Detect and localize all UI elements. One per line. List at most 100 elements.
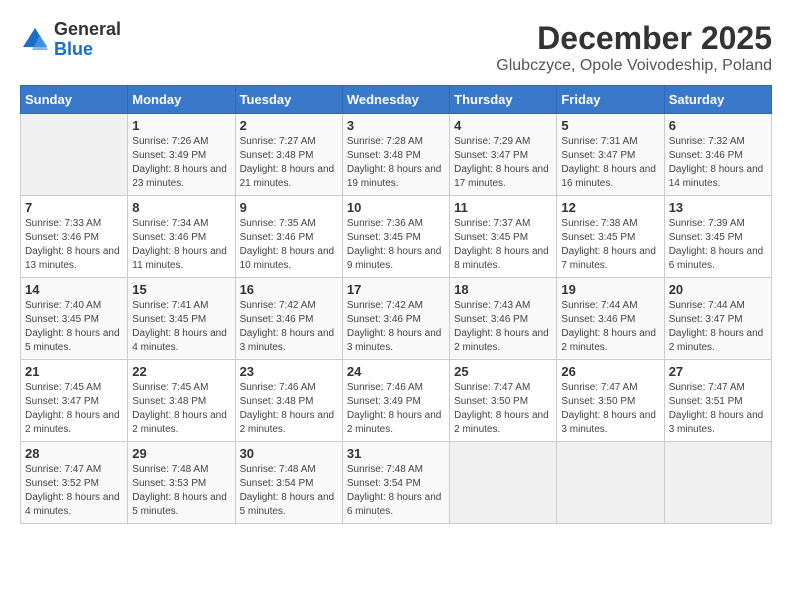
day-number: 27 [669,364,767,379]
day-number: 11 [454,200,552,215]
logo-icon [20,25,50,55]
day-info: Sunrise: 7:45 AMSunset: 3:48 PMDaylight:… [132,382,227,435]
calendar-week-row: 1 Sunrise: 7:26 AMSunset: 3:49 PMDaylight… [21,114,772,196]
day-number: 25 [454,364,552,379]
calendar-cell [664,442,771,524]
day-number: 24 [347,364,445,379]
day-number: 17 [347,282,445,297]
calendar-cell: 12Sunrise: 7:38 AMSunset: 3:45 PMDayligh… [557,196,664,278]
weekday-header-saturday: Saturday [664,86,771,114]
weekday-header-monday: Monday [128,86,235,114]
calendar-cell: 23Sunrise: 7:46 AMSunset: 3:48 PMDayligh… [235,360,342,442]
day-number: 1 [132,118,230,133]
calendar-cell: 22 Sunrise: 7:45 AMSunset: 3:48 PMDayligh… [128,360,235,442]
day-info: Sunrise: 7:34 AMSunset: 3:46 PMDaylight:… [132,218,227,271]
day-info: Sunrise: 7:48 AMSunset: 3:53 PMDaylight:… [132,464,227,517]
day-info: Sunrise: 7:36 AMSunset: 3:45 PMDaylight:… [347,218,442,271]
day-info: Sunrise: 7:40 AMSunset: 3:45 PMDaylight:… [25,300,120,353]
weekday-header-wednesday: Wednesday [342,86,449,114]
day-number: 21 [25,364,123,379]
day-info: Sunrise: 7:35 AMSunset: 3:46 PMDaylight:… [240,218,335,271]
day-info: Sunrise: 7:29 AMSunset: 3:47 PMDaylight:… [454,136,549,189]
calendar-cell: 1 Sunrise: 7:26 AMSunset: 3:49 PMDaylight… [128,114,235,196]
day-number: 7 [25,200,123,215]
day-number: 8 [132,200,230,215]
calendar-cell: 21 Sunrise: 7:45 AMSunset: 3:47 PMDayligh… [21,360,128,442]
logo-blue-text: Blue [54,39,93,59]
day-info: Sunrise: 7:45 AMSunset: 3:47 PMDaylight:… [25,382,120,435]
day-info: Sunrise: 7:33 AMSunset: 3:46 PMDaylight:… [25,218,120,271]
day-info: Sunrise: 7:42 AMSunset: 3:46 PMDaylight:… [240,300,335,353]
calendar-table: SundayMondayTuesdayWednesdayThursdayFrid… [20,85,772,524]
calendar-cell: 20 Sunrise: 7:44 AMSunset: 3:47 PMDayligh… [664,278,771,360]
calendar-cell: 16Sunrise: 7:42 AMSunset: 3:46 PMDayligh… [235,278,342,360]
day-info: Sunrise: 7:37 AMSunset: 3:45 PMDaylight:… [454,218,549,271]
day-info: Sunrise: 7:38 AMSunset: 3:45 PMDaylight:… [561,218,656,271]
logo-general-text: General [54,19,121,39]
day-info: Sunrise: 7:42 AMSunset: 3:46 PMDaylight:… [347,300,442,353]
calendar-cell: 24 Sunrise: 7:46 AMSunset: 3:49 PMDayligh… [342,360,449,442]
day-info: Sunrise: 7:44 AMSunset: 3:46 PMDaylight:… [561,300,656,353]
calendar-cell: 2 Sunrise: 7:27 AMSunset: 3:48 PMDaylight… [235,114,342,196]
calendar-cell: 9 Sunrise: 7:35 AMSunset: 3:46 PMDaylight… [235,196,342,278]
day-number: 31 [347,446,445,461]
day-number: 3 [347,118,445,133]
day-number: 18 [454,282,552,297]
calendar-cell: 27 Sunrise: 7:47 AMSunset: 3:51 PMDayligh… [664,360,771,442]
calendar-cell: 18 Sunrise: 7:43 AMSunset: 3:46 PMDayligh… [450,278,557,360]
calendar-cell: 31 Sunrise: 7:48 AMSunset: 3:54 PMDayligh… [342,442,449,524]
day-info: Sunrise: 7:46 AMSunset: 3:49 PMDaylight:… [347,382,442,435]
day-number: 13 [669,200,767,215]
calendar-cell: 6Sunrise: 7:32 AMSunset: 3:46 PMDaylight… [664,114,771,196]
day-info: Sunrise: 7:47 AMSunset: 3:51 PMDaylight:… [669,382,764,435]
logo: General Blue [20,20,121,60]
calendar-cell: 14Sunrise: 7:40 AMSunset: 3:45 PMDayligh… [21,278,128,360]
calendar-cell: 17 Sunrise: 7:42 AMSunset: 3:46 PMDayligh… [342,278,449,360]
day-number: 22 [132,364,230,379]
calendar-cell: 11 Sunrise: 7:37 AMSunset: 3:45 PMDayligh… [450,196,557,278]
calendar-cell: 3 Sunrise: 7:28 AMSunset: 3:48 PMDaylight… [342,114,449,196]
calendar-cell: 30Sunrise: 7:48 AMSunset: 3:54 PMDayligh… [235,442,342,524]
day-number: 23 [240,364,338,379]
weekday-header-tuesday: Tuesday [235,86,342,114]
day-number: 26 [561,364,659,379]
day-number: 9 [240,200,338,215]
day-info: Sunrise: 7:39 AMSunset: 3:45 PMDaylight:… [669,218,764,271]
day-number: 4 [454,118,552,133]
day-number: 5 [561,118,659,133]
calendar-cell: 25Sunrise: 7:47 AMSunset: 3:50 PMDayligh… [450,360,557,442]
calendar-cell: 10Sunrise: 7:36 AMSunset: 3:45 PMDayligh… [342,196,449,278]
day-number: 28 [25,446,123,461]
day-info: Sunrise: 7:47 AMSunset: 3:52 PMDaylight:… [25,464,120,517]
day-info: Sunrise: 7:44 AMSunset: 3:47 PMDaylight:… [669,300,764,353]
calendar-cell: 19Sunrise: 7:44 AMSunset: 3:46 PMDayligh… [557,278,664,360]
day-info: Sunrise: 7:28 AMSunset: 3:48 PMDaylight:… [347,136,442,189]
calendar-cell [450,442,557,524]
calendar-cell: 15 Sunrise: 7:41 AMSunset: 3:45 PMDayligh… [128,278,235,360]
calendar-week-row: 7 Sunrise: 7:33 AMSunset: 3:46 PMDaylight… [21,196,772,278]
calendar-cell: 8 Sunrise: 7:34 AMSunset: 3:46 PMDaylight… [128,196,235,278]
calendar-cell: 13 Sunrise: 7:39 AMSunset: 3:45 PMDayligh… [664,196,771,278]
day-number: 2 [240,118,338,133]
title-area: December 2025 Glubczyce, Opole Voivodesh… [496,20,772,75]
day-info: Sunrise: 7:48 AMSunset: 3:54 PMDaylight:… [347,464,442,517]
day-info: Sunrise: 7:48 AMSunset: 3:54 PMDaylight:… [240,464,335,517]
day-info: Sunrise: 7:26 AMSunset: 3:49 PMDaylight:… [132,136,227,189]
day-number: 29 [132,446,230,461]
calendar-cell [21,114,128,196]
day-number: 15 [132,282,230,297]
calendar-cell: 4 Sunrise: 7:29 AMSunset: 3:47 PMDaylight… [450,114,557,196]
calendar-cell: 29 Sunrise: 7:48 AMSunset: 3:53 PMDayligh… [128,442,235,524]
calendar-cell: 7 Sunrise: 7:33 AMSunset: 3:46 PMDaylight… [21,196,128,278]
weekday-header-thursday: Thursday [450,86,557,114]
calendar-cell: 28 Sunrise: 7:47 AMSunset: 3:52 PMDayligh… [21,442,128,524]
weekday-header-row: SundayMondayTuesdayWednesdayThursdayFrid… [21,86,772,114]
day-info: Sunrise: 7:27 AMSunset: 3:48 PMDaylight:… [240,136,335,189]
day-info: Sunrise: 7:31 AMSunset: 3:47 PMDaylight:… [561,136,656,189]
day-info: Sunrise: 7:43 AMSunset: 3:46 PMDaylight:… [454,300,549,353]
day-info: Sunrise: 7:41 AMSunset: 3:45 PMDaylight:… [132,300,227,353]
header: General Blue December 2025 Glubczyce, Op… [20,20,772,75]
day-number: 20 [669,282,767,297]
day-number: 6 [669,118,767,133]
calendar-week-row: 14Sunrise: 7:40 AMSunset: 3:45 PMDayligh… [21,278,772,360]
